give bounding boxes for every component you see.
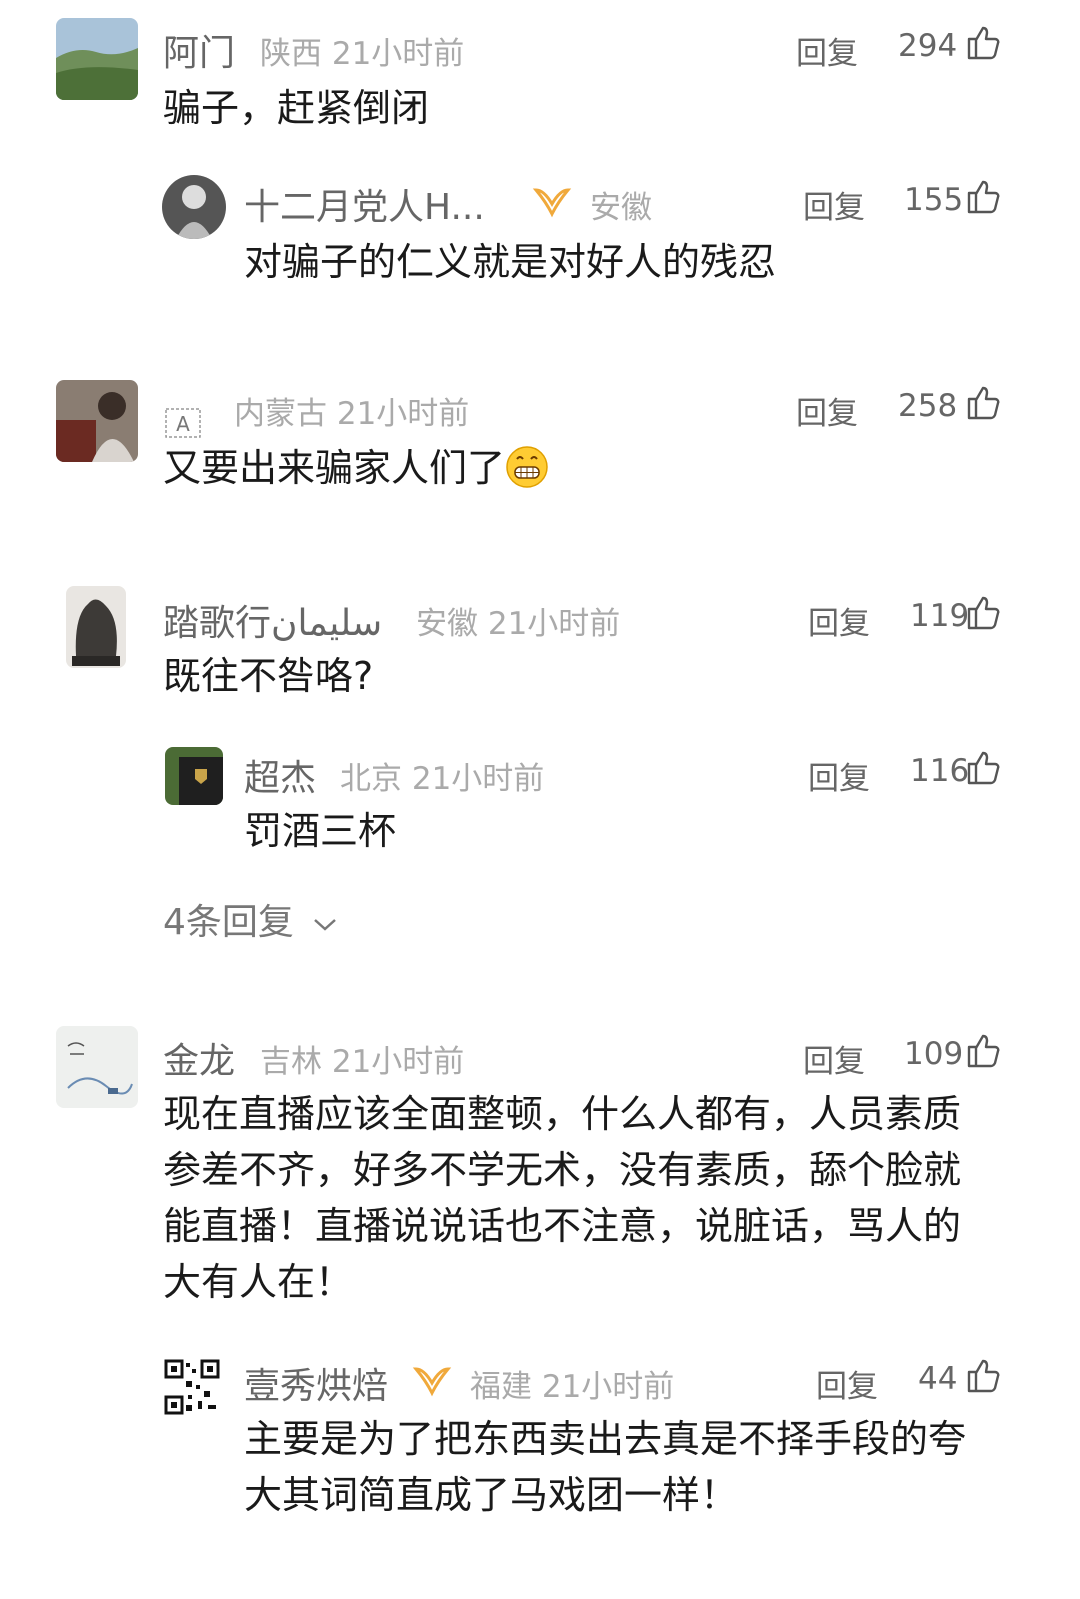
- translate-a-icon: A: [165, 408, 201, 438]
- vip-badge-icon: [532, 188, 572, 218]
- comment-text: 骗子，赶紧倒闭: [163, 86, 430, 130]
- comment-item: 金龙 吉林 21小时前 回复 109 现在直播应该全面整顿，什么人都有，人员素质…: [0, 1020, 1080, 1320]
- svg-text:A: A: [176, 412, 190, 436]
- user-name[interactable]: 金龙: [163, 1032, 235, 1084]
- thumbs-up-icon[interactable]: [966, 384, 1000, 420]
- expand-replies-button[interactable]: 4条回复: [163, 893, 339, 945]
- reply-item: 壹秀烘焙 福建 21小时前 回复 44 主要是为了把东西卖出去真是不择手段的夸大…: [0, 1345, 1080, 1545]
- user-avatar[interactable]: [165, 747, 223, 805]
- reply-button[interactable]: 回复: [803, 182, 865, 227]
- location-time: 陕西 21小时前: [260, 36, 465, 72]
- reply-button[interactable]: 回复: [796, 388, 858, 433]
- chevron-down-icon: [314, 919, 337, 931]
- comment-item: 踏歌行سليمان 安徽 21小时前 回复 119 既往不咎咯?: [0, 580, 1080, 710]
- comment-item: 阿门 陕西 21小时前 回复 294 骗子，赶紧倒闭: [0, 0, 1080, 150]
- user-avatar[interactable]: [56, 18, 138, 100]
- reply-item: 超杰 北京 21小时前 回复 116 罚酒三杯: [0, 735, 1080, 865]
- like-count: 258: [898, 388, 958, 424]
- thumbs-up-icon[interactable]: [966, 594, 1000, 630]
- location-time: 安徽 21小时前: [416, 606, 621, 642]
- comment-text: 既往不咎咯?: [163, 654, 374, 698]
- user-avatar[interactable]: [56, 1026, 138, 1108]
- vip-badge-icon: [412, 1367, 452, 1397]
- like-count: 119: [910, 598, 970, 634]
- user-avatar[interactable]: [56, 380, 138, 462]
- comment-text: 罚酒三杯: [244, 809, 397, 853]
- location-time: 北京 21小时前: [340, 761, 545, 797]
- user-avatar[interactable]: [162, 175, 226, 239]
- reply-button[interactable]: 回复: [796, 28, 858, 73]
- thumbs-up-icon[interactable]: [966, 24, 1000, 60]
- thumbs-up-icon[interactable]: [966, 749, 1000, 785]
- reply-button[interactable]: 回复: [808, 753, 870, 798]
- location-time: 吉林 21小时前: [260, 1044, 465, 1080]
- user-name[interactable]: 超杰: [244, 749, 316, 801]
- user-avatar[interactable]: [162, 1357, 222, 1417]
- user-name[interactable]: 壹秀烘焙: [244, 1357, 388, 1409]
- like-count: 294: [898, 28, 958, 64]
- thumbs-up-icon[interactable]: [966, 178, 1000, 214]
- reply-button[interactable]: 回复: [816, 1361, 878, 1406]
- comment-text: 现在直播应该全面整顿，什么人都有，人员素质参差不齐，好多不学无术，没有素质，舔个…: [163, 1092, 962, 1304]
- location-time: 内蒙古 21小时前: [234, 396, 470, 432]
- comment-text-content: 又要出来骗家人们了: [163, 446, 506, 490]
- reply-button[interactable]: 回复: [808, 598, 870, 643]
- grinning-face-emoji: [506, 446, 548, 488]
- user-name[interactable]: 十二月党人H...: [244, 178, 485, 230]
- location-time: 安徽: [590, 190, 652, 226]
- like-count: 155: [904, 182, 964, 218]
- like-count: 109: [904, 1036, 964, 1072]
- thumbs-up-icon[interactable]: [966, 1357, 1000, 1393]
- comment-item: A 内蒙古 21小时前 回复 258 又要出来骗家人们了: [0, 370, 1080, 520]
- reply-item: 十二月党人H... 安徽 回复 155 对骗子的仁义就是对好人的残忍: [0, 160, 1080, 310]
- like-count: 44: [918, 1361, 958, 1397]
- thumbs-up-icon[interactable]: [966, 1032, 1000, 1068]
- user-name[interactable]: 踏歌行سليمان: [163, 594, 382, 646]
- user-name[interactable]: 阿门: [163, 24, 235, 76]
- comment-text: 对骗子的仁义就是对好人的残忍: [244, 240, 777, 284]
- comment-text: 又要出来骗家人们了: [163, 440, 983, 496]
- expand-replies-label: 4条回复: [163, 902, 294, 943]
- user-avatar[interactable]: [66, 586, 126, 668]
- reply-button[interactable]: 回复: [803, 1036, 865, 1081]
- like-count: 116: [910, 753, 970, 789]
- comment-text: 主要是为了把东西卖出去真是不择手段的夸大其词简直成了马戏团一样！: [244, 1417, 967, 1517]
- location-time: 福建 21小时前: [470, 1369, 675, 1405]
